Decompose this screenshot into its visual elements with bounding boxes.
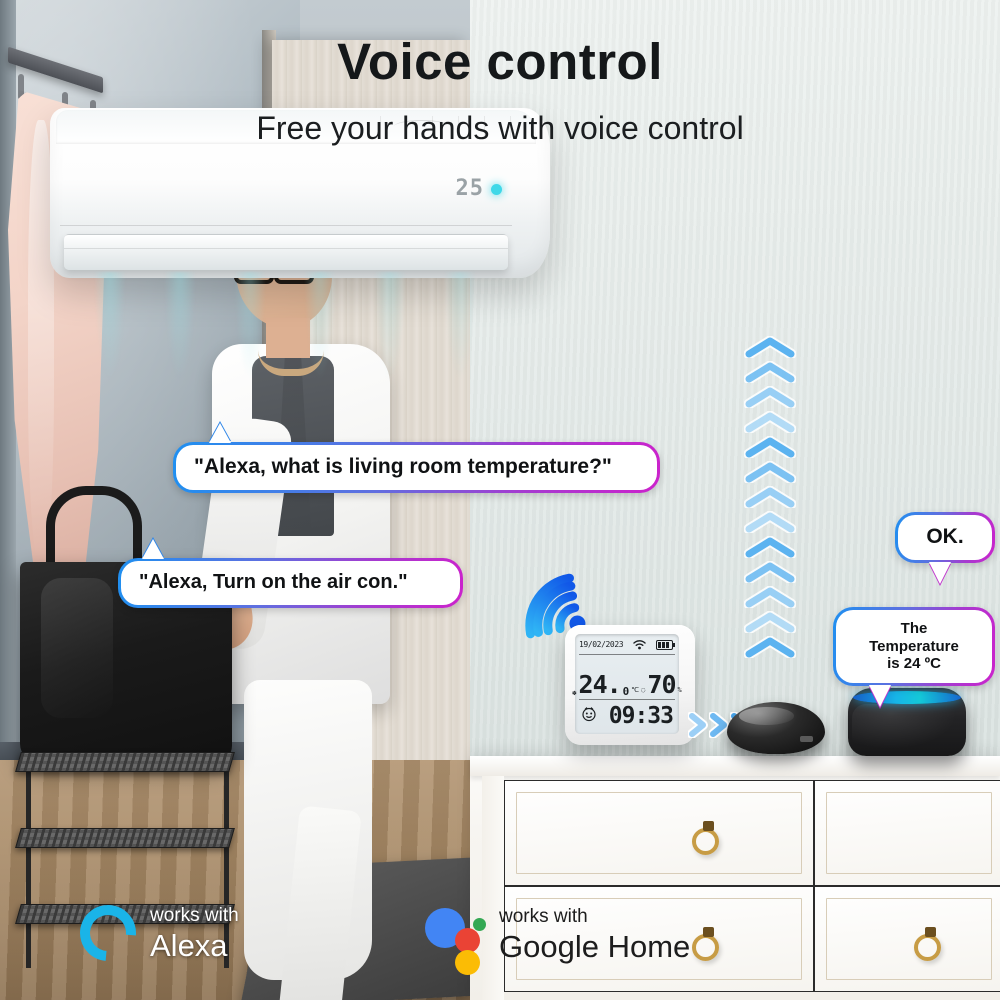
chevron-right-icon	[708, 711, 729, 743]
google-badge-text: works with Google Home	[499, 907, 690, 962]
chevron-right-icon	[687, 711, 708, 743]
bubble-tail	[142, 539, 164, 559]
chevron-up-icon	[743, 485, 797, 510]
lcd-humidity: 70	[647, 670, 676, 699]
bag-handle	[46, 486, 142, 570]
comfort-face-icon	[581, 706, 597, 726]
chevron-up-icon	[743, 410, 797, 435]
airflow-icon	[70, 272, 540, 422]
works-with-google-home-badge: works with Google Home	[425, 900, 690, 975]
chevron-up-icon	[743, 385, 797, 410]
speech-bubble-command: "Alexa, Turn on the air con."	[118, 539, 463, 608]
lcd-temperature-unit: ℃	[631, 686, 640, 694]
rack-shelf	[15, 828, 235, 848]
bluetooth-icon: ✽	[572, 689, 577, 697]
rack-leg	[26, 754, 31, 968]
speech-bubble-ack: OK.	[895, 512, 995, 584]
dresser-top	[470, 756, 1000, 776]
lcd-humidity-unit: %	[677, 686, 682, 694]
lcd-status-row: 19/02/2023	[579, 637, 675, 652]
alexa-works-with-label: works with	[150, 904, 239, 926]
bubble-tail	[209, 423, 231, 443]
ga-yellow-dot	[455, 950, 480, 975]
dresser-drawer[interactable]	[814, 780, 1000, 886]
speech-bubble-question: "Alexa, what is living room temperature?…	[173, 423, 660, 493]
chevron-up-icon	[743, 460, 797, 485]
chevron-up-icon	[743, 560, 797, 585]
speech-bubble-answer: The Temperature is 24 ºC	[833, 607, 995, 708]
lcd-date: 19/02/2023	[579, 640, 624, 649]
google-works-with-label: works with	[499, 905, 588, 927]
page-title: Voice control	[337, 33, 663, 90]
ac-display: 25	[455, 176, 502, 201]
page-subtitle: Free your hands with voice control	[256, 110, 744, 146]
ac-temperature-value: 25	[455, 176, 484, 201]
alexa-badge-text: works with Alexa	[150, 906, 239, 961]
drawer-ring-pull[interactable]	[692, 927, 719, 961]
ir-blaster-port	[800, 736, 813, 742]
google-brand-label: Google Home	[499, 928, 691, 964]
lcd-readings-row: ✽ 24. 0 ℃ ◌ 70 %	[572, 657, 681, 699]
cool-air-chevrons-icon	[735, 335, 805, 676]
alexa-brand-label: Alexa	[150, 927, 228, 963]
speech-bubble-answer-text: The Temperature is 24 ºC	[836, 610, 992, 684]
drawer-ring-pull[interactable]	[914, 927, 941, 961]
ga-green-dot	[473, 918, 486, 931]
chevron-up-icon	[743, 610, 797, 635]
lcd-temperature: 24.	[578, 670, 622, 699]
chevron-up-icon	[743, 585, 797, 610]
chevron-up-icon	[743, 535, 797, 560]
speech-bubble-ack-text: OK.	[898, 515, 992, 560]
speech-bubble-command-text: "Alexa, Turn on the air con."	[121, 561, 460, 605]
lcd-divider	[579, 699, 675, 700]
dresser-drawer[interactable]	[814, 886, 1000, 992]
power-dot-icon	[491, 183, 502, 195]
rack-shelf	[15, 752, 235, 772]
chevron-up-icon	[743, 335, 797, 360]
google-assistant-dots-icon	[425, 900, 486, 975]
lcd-divider	[579, 654, 675, 655]
chevron-up-icon	[743, 635, 797, 660]
temperature-humidity-sensor[interactable]: 19/02/2023 ✽ 24. 0 ℃ ◌ 70 % 09:33	[565, 625, 695, 745]
lcd-time: 09:33	[608, 702, 674, 729]
speech-bubble-question-text: "Alexa, what is living room temperature?…	[176, 445, 657, 490]
battery-icon	[655, 635, 675, 654]
drawer-ring-pull[interactable]	[692, 821, 719, 855]
alexa-ring-icon	[68, 893, 148, 973]
chevron-up-icon	[743, 435, 797, 460]
sensor-lcd-screen: 19/02/2023 ✽ 24. 0 ℃ ◌ 70 % 09:33	[572, 634, 682, 734]
ir-blaster[interactable]	[727, 702, 825, 754]
answer-line-2: is 24 ºC	[887, 655, 941, 673]
bubble-tail	[869, 685, 891, 708]
echo-dot-speaker[interactable]	[848, 688, 966, 756]
lcd-clock-row: 09:33	[579, 702, 675, 730]
ac-seam	[60, 225, 512, 226]
lcd-temperature-decimal: 0	[622, 685, 630, 698]
works-with-alexa-badge: works with Alexa	[68, 893, 239, 973]
ac-louver	[64, 234, 508, 270]
bubble-tail	[929, 561, 951, 584]
humidity-drop-icon: ◌	[641, 686, 646, 694]
dresser-drawer[interactable]	[504, 780, 814, 886]
chevron-up-icon	[743, 360, 797, 385]
speaker-mesh	[852, 704, 962, 752]
chevron-up-icon	[743, 510, 797, 535]
answer-line-1: The Temperature	[869, 620, 959, 655]
promo-banner: 25 19/02/2023 ✽ 24. 0 ℃ ◌ 70 % 09:33 Voi…	[0, 0, 1000, 1000]
wifi-icon	[633, 635, 646, 654]
